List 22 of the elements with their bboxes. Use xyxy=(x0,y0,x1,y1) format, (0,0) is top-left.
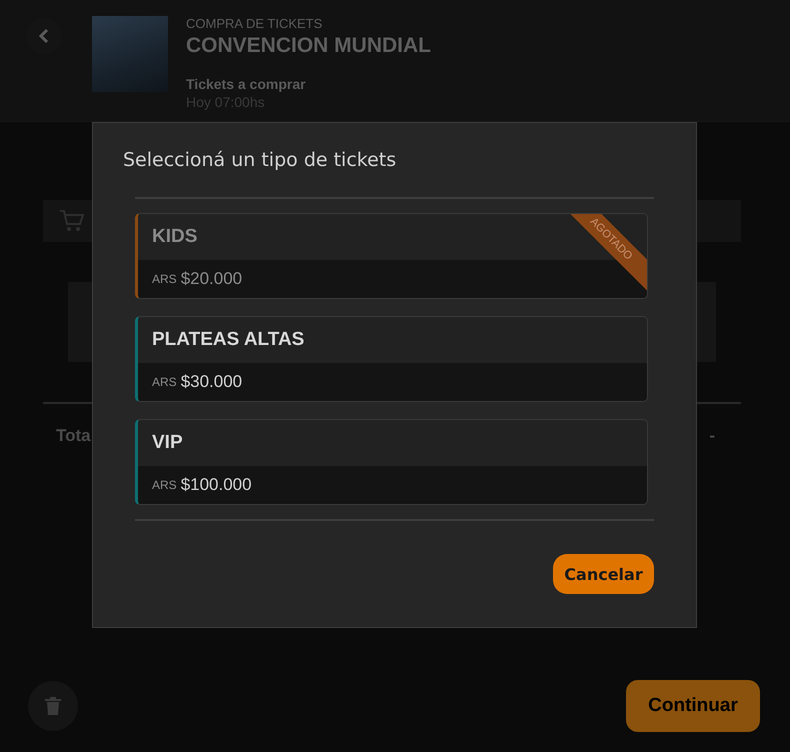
back-chevron-icon xyxy=(39,29,49,43)
continue-button[interactable]: Continuar xyxy=(626,680,760,732)
ticket-price: $30.000 xyxy=(180,372,242,392)
currency-label: ARS xyxy=(152,272,177,286)
event-title: CONVENCION MUNDIAL xyxy=(186,34,431,58)
total-label: Tota xyxy=(56,426,91,446)
ticket-name: PLATEAS ALTAS xyxy=(152,329,304,351)
ticket-price: $100.000 xyxy=(180,475,252,495)
ticket-name: VIP xyxy=(152,432,183,454)
currency-label: ARS xyxy=(152,478,177,492)
total-value: - xyxy=(709,426,715,446)
cart-icon xyxy=(59,209,85,233)
ticket-price: $20.000 xyxy=(180,269,242,289)
ticket-option[interactable]: VIP ARS $100.000 xyxy=(135,419,648,505)
ticket-name: KIDS xyxy=(152,226,198,248)
tickets-subtitle: Tickets a comprar xyxy=(186,76,307,92)
currency-label: ARS xyxy=(152,375,177,389)
dialog-title: Seleccioná un tipo de tickets xyxy=(123,149,398,171)
trash-icon xyxy=(45,697,61,715)
cancel-button[interactable]: Cancelar xyxy=(553,554,654,594)
ticket-option[interactable]: PLATEAS ALTAS ARS $30.000 xyxy=(135,316,648,402)
page-kicker: COMPRA DE TICKETS xyxy=(186,16,324,31)
